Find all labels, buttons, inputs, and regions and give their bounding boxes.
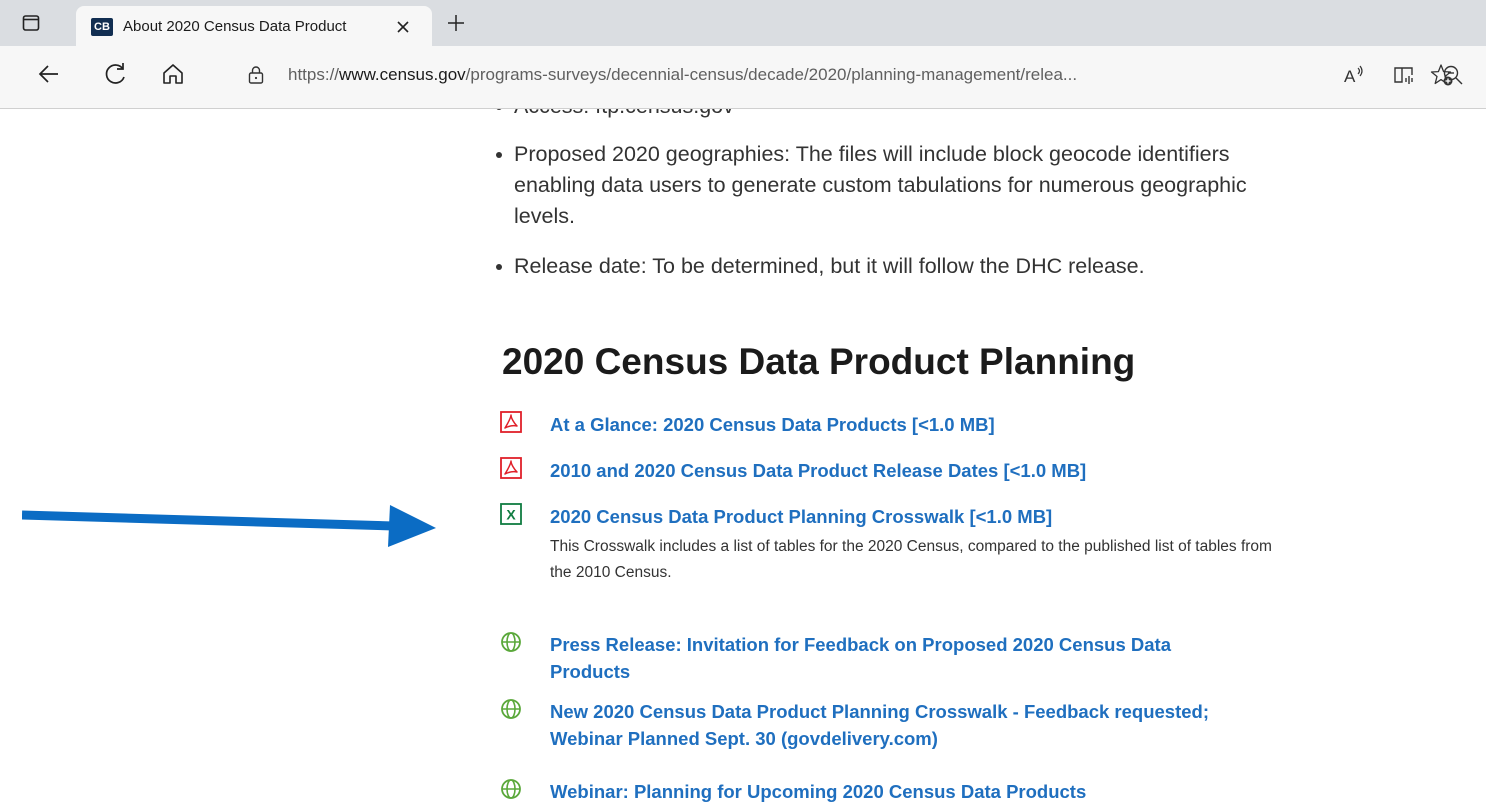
add-favorite-icon[interactable] xyxy=(1430,63,1454,87)
close-icon[interactable] xyxy=(392,16,414,38)
browser-toolbar: https://www.census.gov/programs-surveys/… xyxy=(0,46,1486,109)
refresh-icon[interactable] xyxy=(103,61,129,87)
bullet-release-date: Release date: To be determined, but it w… xyxy=(488,251,1314,282)
page-content: Access: ftp.census.gov Proposed 2020 geo… xyxy=(0,109,1486,803)
globe-icon xyxy=(501,632,521,652)
browser-tab[interactable]: CB About 2020 Census Data Product xyxy=(76,6,432,46)
section-title: 2020 Census Data Product Planning xyxy=(502,341,1136,382)
back-icon[interactable] xyxy=(36,61,62,87)
globe-icon xyxy=(501,779,521,799)
link-at-a-glance[interactable]: At a Glance: 2020 Census Data Products [… xyxy=(550,411,1250,438)
lock-icon[interactable] xyxy=(246,65,266,85)
url-text[interactable]: https://www.census.gov/programs-surveys/… xyxy=(288,65,1288,85)
svg-text:A: A xyxy=(1344,67,1356,86)
link-press-release[interactable]: Press Release: Invitation for Feedback o… xyxy=(550,631,1250,685)
link-release-dates[interactable]: 2010 and 2020 Census Data Product Releas… xyxy=(550,457,1250,484)
address-bar[interactable]: https://www.census.gov/programs-surveys/… xyxy=(232,54,1468,96)
crosswalk-description: This Crosswalk includes a list of tables… xyxy=(550,538,1272,581)
tab-title: About 2020 Census Data Product xyxy=(123,18,347,35)
link-webinar[interactable]: Webinar: Planning for Upcoming 2020 Cens… xyxy=(550,778,1250,803)
immersive-reader-icon[interactable] xyxy=(1392,63,1416,87)
home-icon[interactable] xyxy=(160,61,186,87)
svg-text:X: X xyxy=(506,507,516,523)
globe-icon xyxy=(501,699,521,719)
pdf-icon xyxy=(500,411,522,433)
link-new-crosswalk-feedback[interactable]: New 2020 Census Data Product Planning Cr… xyxy=(550,698,1250,752)
bullet-geographies: Proposed 2020 geographies: The files wil… xyxy=(488,139,1274,232)
link-planning-crosswalk[interactable]: 2020 Census Data Product Planning Crossw… xyxy=(550,503,1250,530)
new-tab-icon[interactable] xyxy=(445,12,467,34)
census-favicon: CB xyxy=(91,18,113,36)
annotation-arrow-icon xyxy=(22,505,436,547)
pdf-icon xyxy=(500,457,522,479)
read-aloud-icon[interactable]: A xyxy=(1342,63,1366,87)
tab-strip: CB About 2020 Census Data Product xyxy=(0,0,1486,46)
tab-actions-icon[interactable] xyxy=(22,14,40,32)
bullet-access: Access: ftp.census.gov xyxy=(488,109,734,122)
excel-icon: X xyxy=(500,503,522,525)
